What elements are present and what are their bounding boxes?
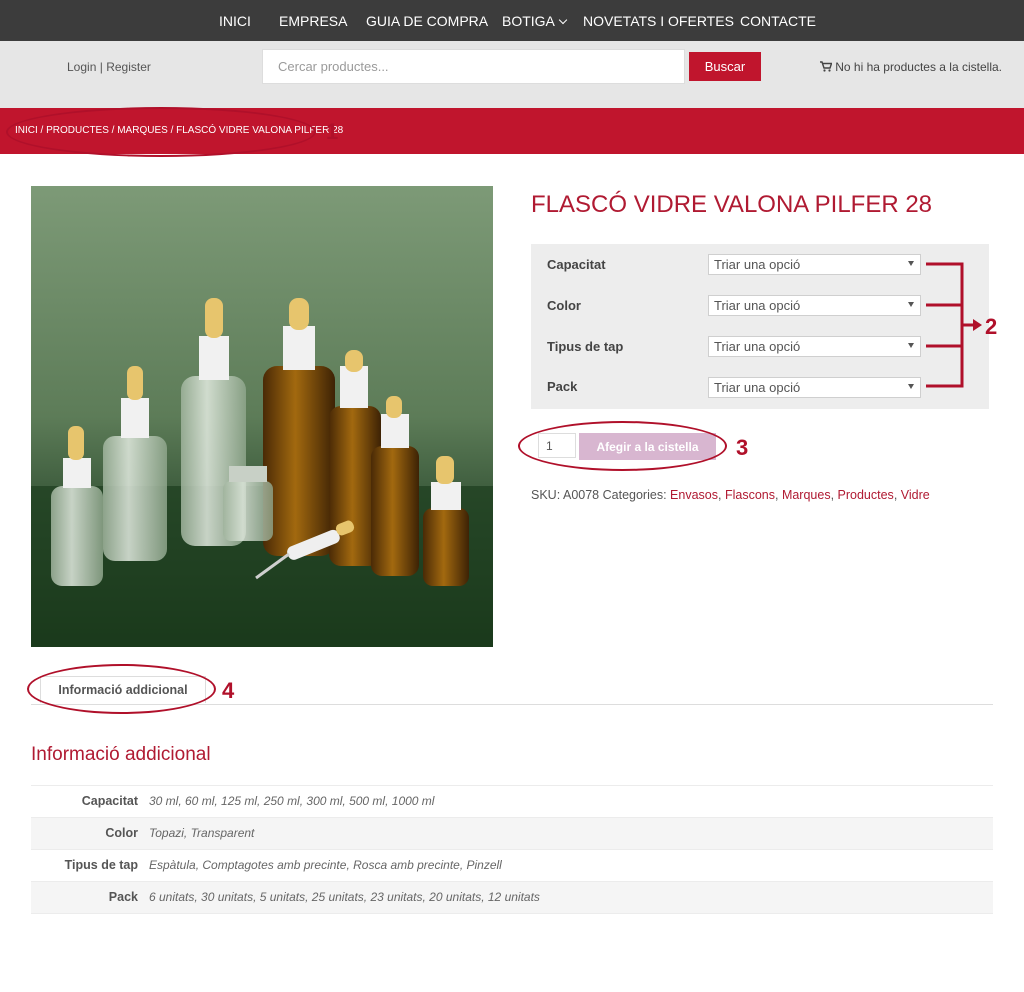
search-button[interactable]: Buscar [689,52,761,81]
product-image[interactable] [31,186,493,647]
cart-link[interactable]: No hi ha productes a la cistella. [820,60,1002,75]
table-row: Color Topazi, Transparent [31,818,993,850]
category-link-marques[interactable]: Marques [782,488,831,502]
register-link[interactable]: Register [106,60,151,74]
product-title: FLASCÓ VIDRE VALONA PILFER 28 [531,191,933,218]
breadcrumb[interactable]: INICI / PRODUCTES / MARQUES / FLASCÓ VID… [15,125,343,136]
search-input[interactable] [262,49,685,84]
select-arrow-icon [908,261,914,266]
attribute-value: Topazi, Transparent [149,826,255,840]
tabs-divider [31,704,993,705]
annotation-number-2: 2 [985,314,998,339]
breadcrumb-band: INICI / PRODUCTES / MARQUES / FLASCÓ VID… [0,108,1024,154]
main-nav: INICI EMPRESA GUIA DE COMPRA BOTIGA NOVE… [0,0,1024,41]
nav-item-botiga[interactable]: BOTIGA [502,0,568,41]
category-link-flascons[interactable]: Flascons [725,488,775,502]
add-to-cart-button[interactable]: Afegir a la cistella [579,433,716,460]
attribute-value: Espàtula, Comptagotes amb precinte, Rosc… [149,858,502,872]
pack-select-value: Triar una opció [714,380,801,395]
variation-label-capacitat: Capacitat [547,257,606,272]
nav-item-botiga-label: BOTIGA [502,13,555,29]
nav-item-contacte[interactable]: CONTACTE [740,0,816,41]
category-link-vidre[interactable]: Vidre [901,488,930,502]
sku-value: A0078 [562,488,600,502]
attribute-label: Tipus de tap [64,858,138,872]
select-arrow-icon [908,384,914,389]
variations-form: Capacitat Triar una opció Color Triar un… [531,244,989,409]
sku-label: SKU: [531,488,561,502]
account-separator: | [99,60,103,74]
category-link-productes[interactable]: Productes [838,488,894,502]
variation-label-tipus-de-tap: Tipus de tap [547,339,624,354]
account-links: Login | Register [67,60,151,74]
tipus-de-tap-select[interactable]: Triar una opció [708,336,921,357]
select-arrow-icon [908,302,914,307]
attribute-label: Color [105,826,138,840]
table-row: Capacitat 30 ml, 60 ml, 125 ml, 250 ml, … [31,786,993,818]
search-bar: Login | Register Buscar No hi ha product… [0,41,1024,108]
variation-label-pack: Pack [547,379,578,394]
nav-item-empresa[interactable]: EMPRESA [279,0,347,41]
login-link[interactable]: Login [67,60,96,74]
cart-status: No hi ha productes a la cistella. [835,60,1002,74]
product-photo-illustration [31,186,493,647]
color-select-value: Triar una opció [714,298,801,313]
table-row: Pack 6 unitats, 30 unitats, 5 unitats, 2… [31,882,993,914]
annotation-number-3: 3 [736,435,749,460]
annotation-number-1: 1 [326,119,339,144]
color-select[interactable]: Triar una opció [708,295,921,316]
quantity-input[interactable] [538,433,576,458]
nav-item-inici[interactable]: INICI [219,0,251,41]
tab-informacio-addicional[interactable]: Informació addicional [40,676,206,703]
attribute-value: 6 unitats, 30 unitats, 5 unitats, 25 uni… [149,890,540,904]
table-row: Tipus de tap Espàtula, Comptagotes amb p… [31,850,993,882]
annotation-bracket-2 [926,262,982,388]
cart-icon [820,61,833,75]
capacitat-select[interactable]: Triar una opció [708,254,921,275]
pack-select[interactable]: Triar una opció [708,377,921,398]
variation-label-color: Color [547,298,581,313]
attributes-table: Capacitat 30 ml, 60 ml, 125 ml, 250 ml, … [31,785,993,914]
product-meta: SKU: A0078 Categories: Envasos, Flascons… [531,488,930,502]
capacitat-select-value: Triar una opció [714,257,801,272]
annotation-number-4: 4 [222,678,235,703]
select-arrow-icon [908,343,914,348]
additional-info-title: Informació addicional [31,744,211,765]
attribute-value: 30 ml, 60 ml, 125 ml, 250 ml, 300 ml, 50… [149,794,435,808]
chevron-down-icon [558,15,568,25]
categories-label: Categories: [602,488,667,502]
category-link-envasos[interactable]: Envasos [670,488,718,502]
attribute-label: Pack [108,890,138,904]
nav-item-guia-de-compra[interactable]: GUIA DE COMPRA [366,0,488,41]
nav-item-novetats[interactable]: NOVETATS I OFERTES [583,0,734,41]
attribute-label: Capacitat [81,794,138,808]
tipus-de-tap-select-value: Triar una opció [714,339,801,354]
